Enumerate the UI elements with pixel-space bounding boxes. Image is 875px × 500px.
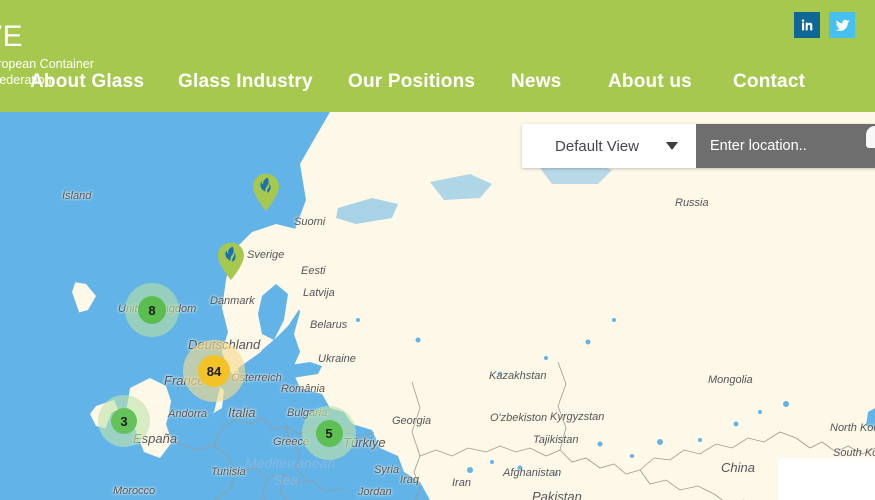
nav-contact[interactable]: Contact	[733, 71, 805, 93]
cluster-count-badge: 84	[198, 355, 230, 387]
map-label: Sea	[273, 472, 298, 488]
site-header: VE European Container s Federation About…	[0, 0, 875, 148]
map-pin-plant-sweden-south[interactable]	[216, 241, 246, 286]
map-label: Suomi	[294, 216, 326, 228]
map-label: Tunisia	[211, 466, 246, 478]
view-select-value: Default View	[555, 137, 639, 155]
location-search-input[interactable]	[696, 124, 875, 168]
map-label: Latvija	[303, 287, 335, 299]
map-label: România	[281, 383, 326, 395]
map-label: Georgia	[392, 415, 432, 427]
nav-news[interactable]: News	[511, 71, 561, 93]
nav-our-positions[interactable]: Our Positions	[348, 71, 475, 93]
nav-about-us[interactable]: About us	[608, 71, 692, 93]
map-pin-icon	[253, 173, 279, 211]
map-pin-plant-sweden-north[interactable]	[251, 172, 281, 217]
map-label: Ukraine	[318, 353, 356, 365]
map-pin-icon	[218, 242, 244, 280]
cluster-count-badge: 5	[315, 419, 343, 447]
cluster-central-europe[interactable]: 84	[183, 340, 245, 402]
twitter-icon[interactable]	[829, 12, 855, 38]
cluster-count-badge: 8	[138, 296, 166, 324]
nav-overflow-icon[interactable]	[866, 126, 875, 148]
cluster-spain[interactable]: 3	[98, 395, 150, 447]
map-label: Morocco	[113, 485, 156, 497]
map-label: Russia	[675, 197, 709, 209]
linkedin-icon[interactable]	[794, 12, 820, 38]
map-canvas[interactable]: .land { fill:#fdf8e7; stroke:#9a9a95; st…	[0, 112, 875, 500]
map-label: Iran	[452, 477, 471, 489]
nav-about-glass[interactable]: About Glass	[30, 71, 144, 93]
map-label: Jordan	[358, 486, 392, 498]
map-label: Tajikistan	[533, 434, 579, 446]
cluster-turkiye[interactable]: 5	[302, 406, 356, 460]
map-label: Kyrgyzstan	[550, 411, 605, 423]
map-label: China	[721, 460, 755, 475]
map-label: Danmark	[210, 295, 255, 307]
map-attribution-panel	[778, 458, 875, 500]
view-select[interactable]: Default View	[522, 124, 696, 168]
cluster-count-badge: 3	[111, 408, 137, 434]
map-label: Pakistan	[532, 489, 582, 500]
page-root: .land { fill:#fdf8e7; stroke:#9a9a95; st…	[0, 0, 875, 500]
logo-mark-text: VE	[0, 20, 24, 53]
map-label: Belarus	[310, 319, 348, 331]
map-label: Eesti	[301, 265, 326, 277]
map-label: Sverige	[247, 249, 285, 261]
map-label: Iraq	[400, 474, 419, 486]
map-label: Italia	[228, 405, 256, 420]
map-label: Ísland	[62, 190, 92, 202]
social-links	[794, 12, 855, 38]
map-controls: Default View	[522, 124, 875, 168]
map-label: O'zbekiston	[490, 412, 548, 424]
cluster-united-kingdom[interactable]: 8	[125, 283, 179, 337]
main-navigation: About Glass Glass Industry Our Positions…	[0, 60, 875, 148]
map-label: Syria	[374, 464, 400, 476]
nav-glass-industry[interactable]: Glass Industry	[178, 71, 313, 93]
chevron-down-icon	[666, 142, 678, 150]
map-label: Andorra	[168, 408, 208, 420]
map-label: Afghanistan	[503, 467, 562, 479]
map-label: Mongolia	[708, 374, 753, 386]
map-label: North Korea	[830, 422, 875, 434]
map-label: Kazakhstan	[489, 370, 547, 382]
